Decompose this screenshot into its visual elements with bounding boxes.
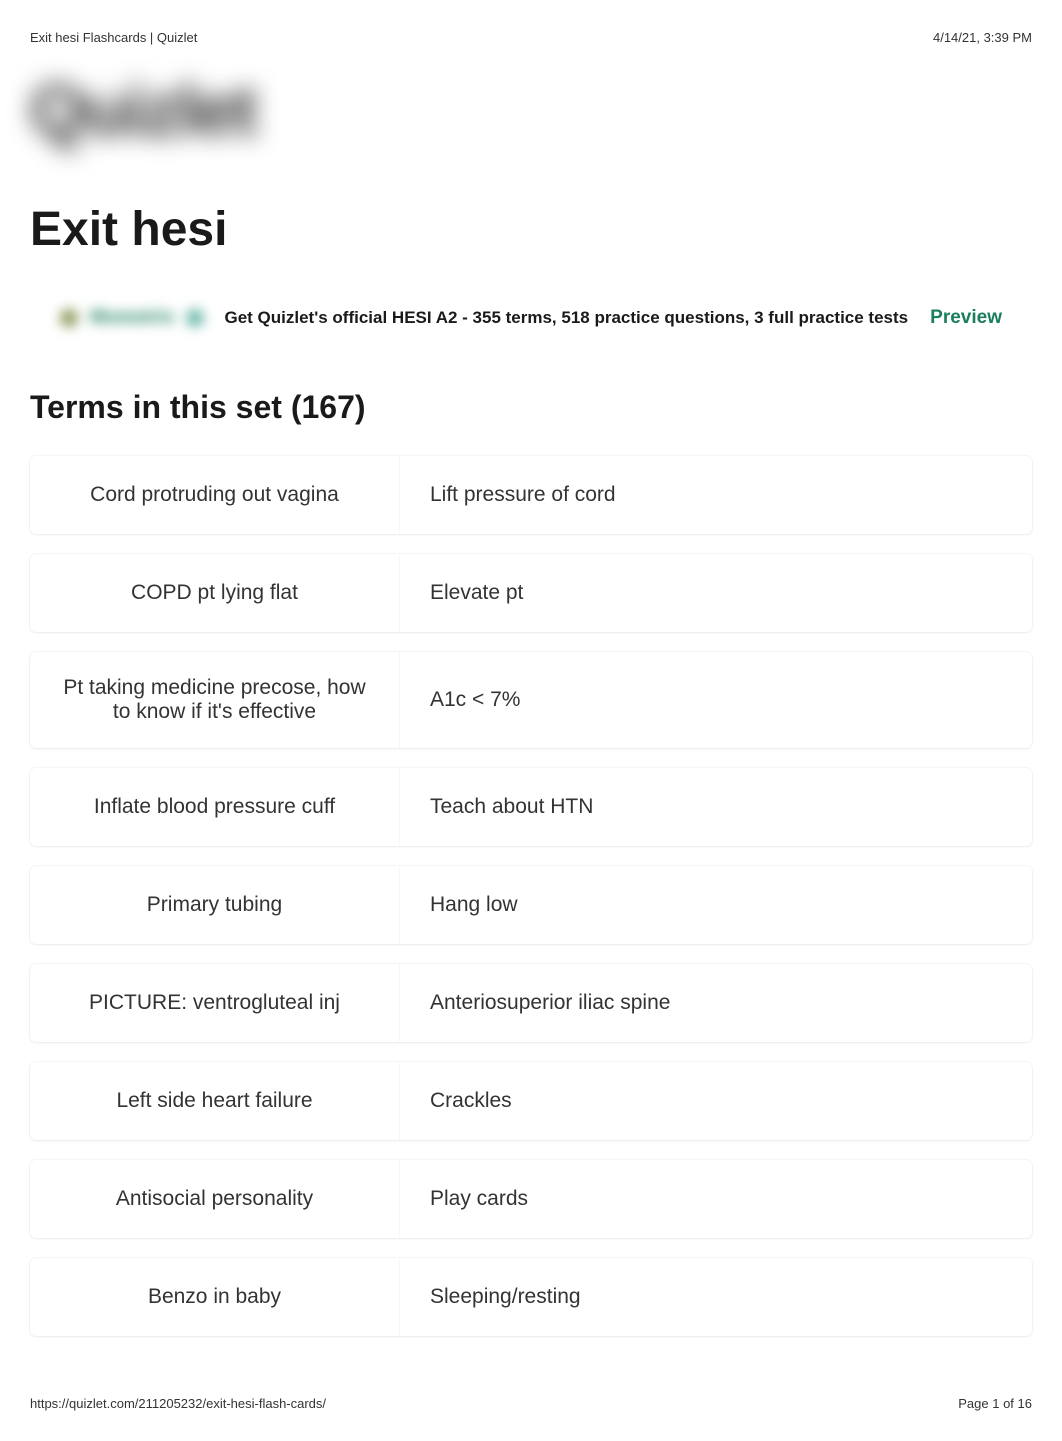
term-row[interactable]: Inflate blood pressure cuff Teach about … [30, 768, 1032, 846]
term-text: PICTURE: ventrogluteal inj [30, 964, 400, 1042]
term-row[interactable]: Benzo in baby Sleeping/resting [30, 1258, 1032, 1336]
term-row[interactable]: Pt taking medicine precose, how to know … [30, 652, 1032, 748]
definition-text: Crackles [400, 1062, 1032, 1140]
footer-bar: https://quizlet.com/211205232/exit-hesi-… [30, 1396, 1032, 1411]
header-timestamp: 4/14/21, 3:39 PM [933, 30, 1032, 45]
header-bar: Exit hesi Flashcards | Quizlet 4/14/21, … [30, 30, 1032, 45]
term-text: Benzo in baby [30, 1258, 400, 1336]
definition-text: Teach about HTN [400, 768, 1032, 846]
definition-text: Anteriosuperior iliac spine [400, 964, 1032, 1042]
term-text: Pt taking medicine precose, how to know … [30, 652, 400, 748]
term-row[interactable]: Cord protruding out vagina Lift pressure… [30, 456, 1032, 534]
term-text: Primary tubing [30, 866, 400, 944]
footer-page-info: Page 1 of 16 [958, 1396, 1032, 1411]
promo-text: Get Quizlet's official HESI A2 - 355 ter… [224, 308, 910, 328]
term-text: Antisocial personality [30, 1160, 400, 1238]
definition-text: Play cards [400, 1160, 1032, 1238]
term-row[interactable]: Antisocial personality Play cards [30, 1160, 1032, 1238]
definition-text: A1c < 7% [400, 652, 1032, 748]
terms-list: Cord protruding out vagina Lift pressure… [30, 456, 1032, 1336]
term-text: Cord protruding out vagina [30, 456, 400, 534]
promo-brand: Mometrix [60, 307, 204, 329]
definition-text: Sleeping/resting [400, 1258, 1032, 1336]
term-row[interactable]: Left side heart failure Crackles [30, 1062, 1032, 1140]
brand-name: Mometrix [90, 307, 174, 329]
brand-dot-icon [60, 309, 78, 327]
definition-text: Hang low [400, 866, 1032, 944]
term-row[interactable]: Primary tubing Hang low [30, 866, 1032, 944]
promo-bar: Mometrix Get Quizlet's official HESI A2 … [30, 307, 1032, 329]
footer-url: https://quizlet.com/211205232/exit-hesi-… [30, 1396, 326, 1411]
definition-text: Lift pressure of cord [400, 456, 1032, 534]
term-text: Left side heart failure [30, 1062, 400, 1140]
term-text: COPD pt lying flat [30, 554, 400, 632]
page-title: Exit hesi [30, 202, 1032, 257]
preview-link[interactable]: Preview [930, 307, 1002, 329]
quizlet-logo: Quizlet [30, 70, 1032, 152]
header-title: Exit hesi Flashcards | Quizlet [30, 30, 197, 45]
brand-dot2-icon [186, 309, 204, 327]
term-row[interactable]: PICTURE: ventrogluteal inj Anteriosuperi… [30, 964, 1032, 1042]
term-row[interactable]: COPD pt lying flat Elevate pt [30, 554, 1032, 632]
term-text: Inflate blood pressure cuff [30, 768, 400, 846]
definition-text: Elevate pt [400, 554, 1032, 632]
terms-heading: Terms in this set (167) [30, 389, 1032, 426]
